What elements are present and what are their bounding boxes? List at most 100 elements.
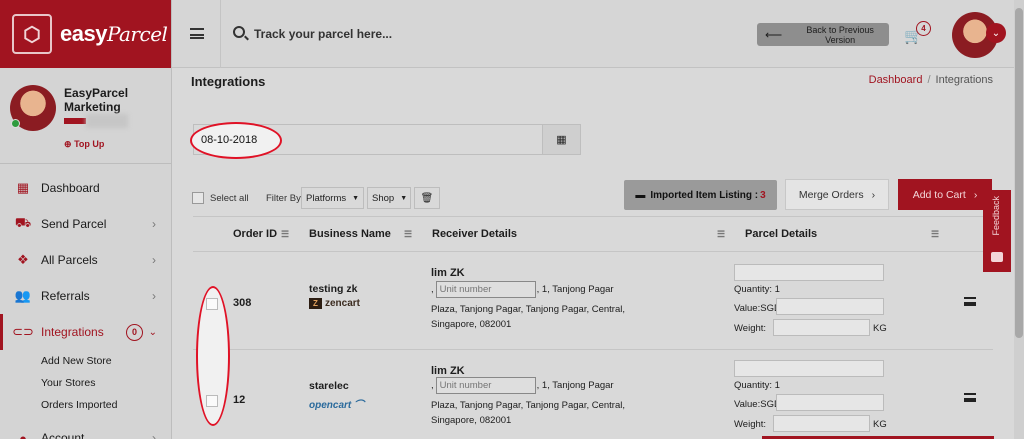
sidebar: ⬡ easyParcel EasyParcel Marketing ⊕ Top … [0,0,172,439]
logo-bar[interactable]: ⬡ easyParcel [0,0,171,68]
value-input[interactable] [776,394,884,411]
scrollbar[interactable] [1014,0,1024,439]
trash-icon: 🗑 [420,192,434,204]
page-title: Integrations [191,74,266,89]
chevron-right-icon: › [973,188,978,201]
receiver-address-line: Singapore, 082001 [431,415,512,426]
opencart-logo: opencart ⌒ [309,400,365,411]
scrollbar-thumb[interactable] [1015,8,1023,338]
online-status-icon [11,119,20,128]
delete-button[interactable]: 🗑 [414,187,440,209]
user-icon: ● [19,430,27,439]
parcel-content-input[interactable] [734,360,884,377]
back-to-previous-version-button[interactable]: ⟵ Back to Previous Version [757,23,889,46]
chevron-right-icon: › [871,188,876,201]
track-parcel-input[interactable] [254,24,554,44]
chevron-down-icon[interactable]: ⌄ [986,23,1006,43]
unit-number-input[interactable] [435,377,536,394]
column-header-order-id[interactable]: Order ID [233,228,277,240]
user-name: EasyParcel Marketing [64,86,129,114]
receiver-address-line: Plaza, Tanjong Pagar, Tanjong Pagar, Cen… [431,304,626,315]
quantity-label: Quantity: 1 [734,380,780,391]
weight-input[interactable] [773,415,870,432]
subnav-add-new-store[interactable]: Add New Store [0,350,171,372]
column-header-business-name[interactable]: Business Name [309,228,391,240]
blurred-balance [86,114,128,128]
column-header-receiver-details[interactable]: Receiver Details [432,228,517,240]
imported-item-listing-button[interactable]: ▬ Imported Item Listing : 3 [624,180,777,210]
quantity-label: Quantity: 1 [734,284,780,295]
receiver-name: lim ZK [431,267,465,279]
calendar-icon[interactable]: ▦ [542,125,580,154]
add-to-cart-button[interactable]: Add to Cart › [898,179,992,210]
row-checkbox[interactable] [206,298,218,310]
sidebar-item-dashboard[interactable]: ▦ Dashboard [0,170,171,206]
table-header: Order ID ☰ Business Name ☰ Receiver Deta… [193,216,993,252]
breadcrumb-current: Integrations [935,74,993,86]
sidebar-item-referrals[interactable]: 👥 Referrals › [0,278,171,314]
merge-orders-button[interactable]: Merge Orders › [785,179,889,210]
sidebar-item-integrations[interactable]: ⊂⊃ Integrations 0 ⌄ [0,314,171,350]
subnav-your-stores[interactable]: Your Stores [0,372,171,394]
receiver-name: lim ZK [431,365,465,377]
cart-count-badge: 4 [916,21,931,36]
divider [220,0,221,68]
column-header-parcel-details[interactable]: Parcel Details [745,228,817,240]
sidebar-nav: ▦ Dashboard ⛟ Send Parcel › ❖ All Parcel… [0,164,171,350]
top-up-link[interactable]: ⊕ Top Up [64,139,104,150]
sidebar-nav-bottom: ● Account › [0,416,171,439]
business-name: testing zk [309,283,358,295]
cart-icon: ⌒ [351,400,365,411]
caret-down-icon: ▼ [352,194,360,202]
main-content: Integrations Dashboard / Integrations ▦ 08… [172,68,1014,439]
chevron-right-icon: › [152,217,156,231]
select-all-checkbox[interactable] [192,192,204,204]
plus-circle-icon: ⊕ [64,139,72,149]
zencart-icon: Z [309,298,322,309]
sort-icon[interactable]: ☰ [717,229,725,240]
row-menu-icon[interactable] [964,297,976,306]
sidebar-item-all-parcels[interactable]: ❖ All Parcels › [0,242,171,278]
receiver-address-line: Singapore, 082001 [431,319,512,330]
brand-logo: easyParcel [60,21,168,46]
subnav-orders-imported[interactable]: Orders Imported [0,394,171,416]
receiver-address-line: , , 1, Tanjong Pagar [431,377,614,394]
value-label: Value:SGD [734,399,781,410]
row-checkbox[interactable] [206,395,218,407]
sidebar-item-send-parcel[interactable]: ⛟ Send Parcel › [0,206,171,242]
sort-icon[interactable]: ☰ [404,229,412,240]
chevron-right-icon: › [152,431,156,439]
value-label: Value:SGD [734,303,781,314]
value-input[interactable] [776,298,884,315]
caret-down-icon: ▼ [400,194,408,202]
chevron-right-icon: › [152,253,156,267]
receiver-address-line: , , 1, Tanjong Pagar [431,281,614,298]
weight-unit: KG [873,419,887,430]
chevron-down-icon: ⌄ [148,326,157,338]
arrow-left-icon: ⟵ [765,27,783,42]
sidebar-item-account[interactable]: ● Account › [0,420,171,439]
weight-input[interactable] [773,319,870,336]
sort-icon[interactable]: ☰ [931,229,939,240]
table-row: 308 testing zk Zzencart lim ZK , , 1, Ta… [193,252,993,350]
unit-number-input[interactable] [435,281,536,298]
box-logo-icon: ⬡ [12,14,52,54]
parcel-content-input[interactable] [734,264,884,281]
sort-icon[interactable]: ☰ [281,229,289,240]
platforms-dropdown[interactable]: Platforms ▼ [301,187,364,209]
truck-icon: ⛟ [14,215,32,230]
breadcrumb-dashboard-link[interactable]: Dashboard [869,74,923,86]
integrations-count-badge: 0 [126,323,143,341]
weight-label: Weight: [734,323,767,334]
filter-by-label: Filter By: [266,193,304,204]
zencart-logo: Zzencart [309,298,360,309]
feedback-tab[interactable]: Feedback [983,190,1011,272]
select-all-label: Select all [210,193,249,204]
date-value: 08-10-2018 [201,134,258,146]
row-menu-icon[interactable] [964,393,976,402]
integrations-subnav: Add New Store Your Stores Orders Importe… [0,350,171,416]
table-row: 12 starelec opencart ⌒ lim ZK , , 1, Tan… [193,350,993,439]
top-bar: ⟵ Back to Previous Version 🛒 4 ⌄ [172,0,1024,68]
hamburger-menu-icon[interactable] [190,28,204,39]
shop-dropdown[interactable]: Shop ▼ [367,187,411,209]
